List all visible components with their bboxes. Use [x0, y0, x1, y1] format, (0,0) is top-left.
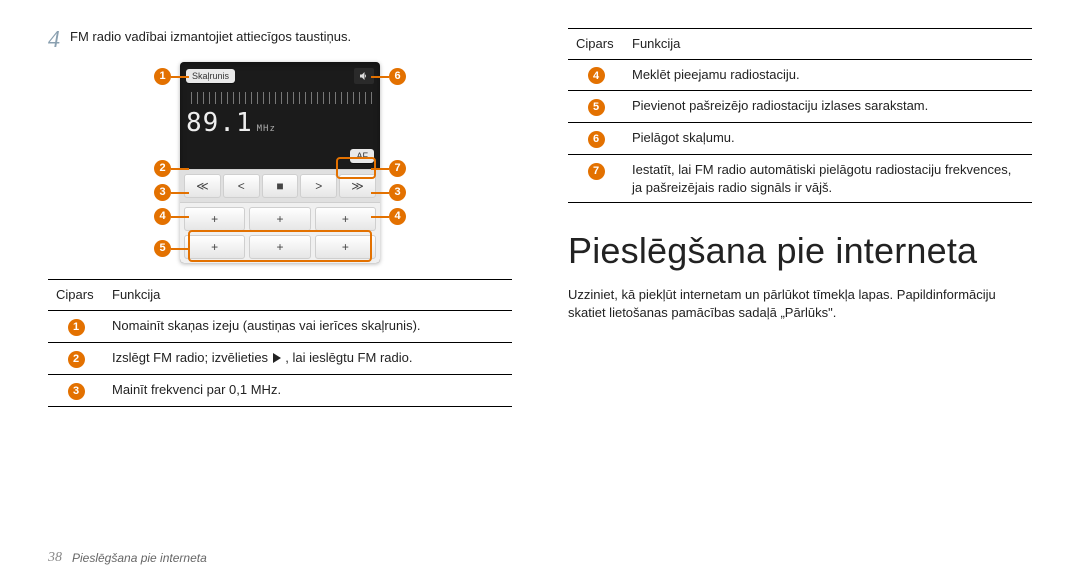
fm-radio-mockup-wrap: Skaļrunis 89.1 MHz AF — [150, 62, 410, 263]
callout-6-right: 6 — [389, 68, 406, 85]
callout-4-right: 4 — [389, 208, 406, 225]
preset-slot: + — [184, 235, 245, 259]
section-intro: Uzziniet, kā piekļūt internetam un pārlū… — [568, 286, 1032, 321]
radio-top-bar: Skaļrunis — [180, 62, 380, 88]
col-h-cipars: Cipars — [568, 29, 624, 60]
control-strip: ≪ < ■ > ≫ — [180, 169, 380, 203]
step-4-row: 4 FM radio vadībai izmantojiet attiecīgo… — [48, 28, 512, 52]
page: 4 FM radio vadībai izmantojiet attiecīgo… — [0, 0, 1080, 586]
footer-title: Pieslēgšana pie interneta — [72, 550, 207, 566]
page-footer: 38 Pieslēgšana pie interneta — [48, 535, 1032, 568]
row-badge-1: 1 — [68, 319, 85, 336]
table-row: 5 Pievienot pašreizējo radiostaciju izla… — [568, 91, 1032, 123]
row-badge-5: 5 — [588, 99, 605, 116]
row-text-7: Iestatīt, lai FM radio automātiski pielā… — [624, 155, 1032, 203]
tune-forward-button: > — [300, 174, 337, 198]
stop-button: ■ — [262, 174, 299, 198]
play-icon — [272, 350, 282, 368]
row-text-2: Izslēgt FM radio; izvēlieties , lai iesl… — [104, 342, 512, 374]
preset-slot: + — [249, 235, 310, 259]
callout-1-left: 1 — [154, 68, 171, 85]
radio-dial: 89.1 MHz — [180, 92, 380, 149]
step-text: FM radio vadībai izmantojiet attiecīgos … — [70, 28, 351, 46]
table-row: 1 Nomainīt skaņas izeju (austiņas vai ie… — [48, 310, 512, 342]
col-h-funkcija: Funkcija — [104, 280, 512, 311]
callout-4-left: 4 — [154, 208, 171, 225]
row-badge-2: 2 — [68, 351, 85, 368]
section-heading: Pieslēgšana pie interneta — [568, 227, 1032, 276]
frequency-display: 89.1 MHz — [186, 106, 374, 141]
table-row: 4 Meklēt pieejamu radiostaciju. — [568, 59, 1032, 91]
tune-back-button: < — [223, 174, 260, 198]
table-row: 7 Iestatīt, lai FM radio automātiski pie… — [568, 155, 1032, 203]
row-text-4: Meklēt pieejamu radiostaciju. — [624, 59, 1032, 91]
callout-5-left: 5 — [154, 240, 171, 257]
frequency-unit: MHz — [257, 123, 276, 135]
af-row: AF — [180, 149, 380, 169]
step-number: 4 — [48, 28, 60, 52]
two-column-layout: 4 FM radio vadībai izmantojiet attiecīgo… — [48, 28, 1032, 535]
row-badge-3: 3 — [68, 383, 85, 400]
table-header-row: Cipars Funkcija — [48, 280, 512, 311]
preset-grid: + + + + + + — [180, 203, 380, 263]
right-callout-table: Cipars Funkcija 4 Meklēt pieejamu radios… — [568, 28, 1032, 203]
seek-back-fast-button: ≪ — [184, 174, 221, 198]
volume-icon — [354, 68, 374, 84]
right-column: Cipars Funkcija 4 Meklēt pieejamu radios… — [568, 28, 1032, 535]
fm-radio-mockup: Skaļrunis 89.1 MHz AF — [180, 62, 380, 263]
preset-slot: + — [249, 207, 310, 231]
callout-2-left: 2 — [154, 160, 171, 177]
left-callout-table: Cipars Funkcija 1 Nomainīt skaņas izeju … — [48, 279, 512, 406]
page-number: 38 — [48, 549, 62, 568]
row-text-5: Pievienot pašreizējo radiostaciju izlase… — [624, 91, 1032, 123]
preset-slot: + — [315, 207, 376, 231]
col-h-cipars: Cipars — [48, 280, 104, 311]
row-text-1: Nomainīt skaņas izeju (austiņas vai ierī… — [104, 310, 512, 342]
table-header-row: Cipars Funkcija — [568, 29, 1032, 60]
row-badge-4: 4 — [588, 67, 605, 84]
preset-slot: + — [315, 235, 376, 259]
row2-after: , lai ieslēgtu FM radio. — [285, 350, 412, 365]
table-row: 6 Pielāgot skaļumu. — [568, 123, 1032, 155]
callout-3-left: 3 — [154, 184, 171, 201]
table-row: 2 Izslēgt FM radio; izvēlieties , lai ie… — [48, 342, 512, 374]
af-pill: AF — [350, 149, 374, 163]
control-row: ≪ < ■ > ≫ — [184, 174, 376, 198]
row-text-3: Mainīt frekvenci par 0,1 MHz. — [104, 374, 512, 406]
table-row: 3 Mainīt frekvenci par 0,1 MHz. — [48, 374, 512, 406]
left-column: 4 FM radio vadībai izmantojiet attiecīgo… — [48, 28, 512, 535]
frequency-ruler — [186, 92, 374, 104]
row-text-6: Pielāgot skaļumu. — [624, 123, 1032, 155]
speaker-pill: Skaļrunis — [186, 69, 235, 83]
row2-before: Izslēgt FM radio; izvēlieties — [112, 350, 272, 365]
callout-3-right: 3 — [389, 184, 406, 201]
frequency-value: 89.1 — [186, 106, 253, 141]
seek-forward-fast-button: ≫ — [339, 174, 376, 198]
callout-7-right: 7 — [389, 160, 406, 177]
col-h-funkcija: Funkcija — [624, 29, 1032, 60]
preset-slot: + — [184, 207, 245, 231]
row-badge-6: 6 — [588, 131, 605, 148]
row-badge-7: 7 — [588, 163, 605, 180]
